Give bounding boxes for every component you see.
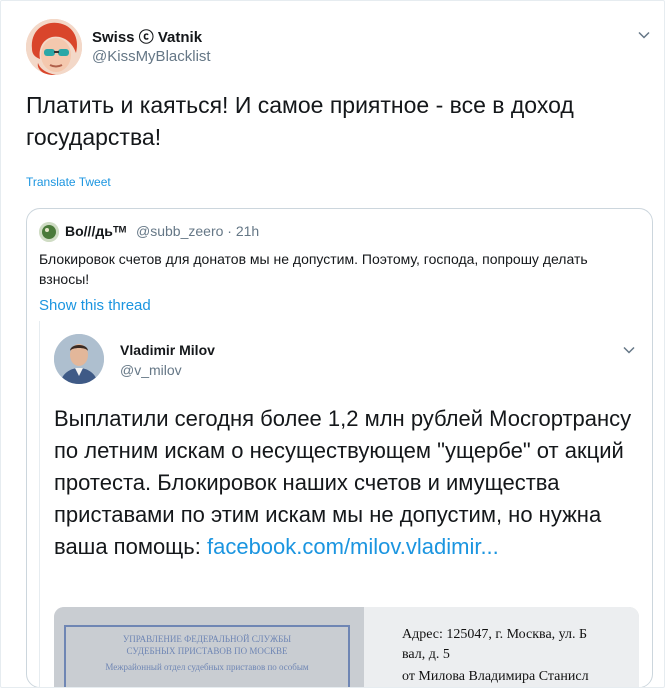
inner-quoted-tweet[interactable]: Vladimir Milov @v_milov Выплатили сегодн… <box>39 321 650 687</box>
address-line-3: от Милова Владимира Станисл <box>402 669 589 684</box>
author-handle[interactable]: @KissMyBlacklist <box>92 48 211 65</box>
official-stamp: УПРАВЛЕНИЕ ФЕДЕРАЛЬНОЙ СЛУЖБЫ СУДЕБНЫХ П… <box>64 625 350 687</box>
stamp-line-1: УПРАВЛЕНИЕ ФЕДЕРАЛЬНОЙ СЛУЖБЫ <box>122 634 292 644</box>
attached-document-image[interactable]: УПРАВЛЕНИЕ ФЕДЕРАЛЬНОЙ СЛУЖБЫ СУДЕБНЫХ П… <box>54 607 639 687</box>
quoted-author-handle[interactable]: @subb_zeero <box>136 223 223 239</box>
document-left-panel: УПРАВЛЕНИЕ ФЕДЕРАЛЬНОЙ СЛУЖБЫ СУДЕБНЫХ П… <box>54 607 364 687</box>
show-thread-link[interactable]: Show this thread <box>39 297 151 314</box>
stamp-line-3: Межрайонный отдел судебных приставов по … <box>105 662 309 672</box>
author-avatar-image <box>26 19 82 75</box>
dot-separator: · <box>227 223 236 239</box>
quoted-author-avatar <box>39 222 59 242</box>
quoted-text: Блокировок счетов для донатов мы не допу… <box>39 251 588 287</box>
author-avatar[interactable] <box>26 19 82 75</box>
quoted-author-name[interactable]: Во///дьᵀᴹ <box>65 223 126 239</box>
author-name[interactable]: Swiss ⓒ Vatnik <box>92 26 202 47</box>
quoted-header: Во///дьᵀᴹ @subb_zeero · 21h <box>65 223 259 239</box>
quoted-time[interactable]: 21h <box>236 223 259 239</box>
quoted-avatar-image <box>39 222 59 242</box>
address-line-2: вал, д. 5 <box>402 647 450 662</box>
document-address-panel: Адрес: 125047, г. Москва, ул. Б вал, д. … <box>364 607 639 687</box>
quoted-tweet[interactable]: Во///дьᵀᴹ @subb_zeero · 21h Блокировок с… <box>26 208 653 687</box>
translate-tweet-link[interactable]: Translate Tweet <box>26 175 111 189</box>
inner-author-name[interactable]: Vladimir Milov <box>120 342 215 358</box>
chevron-down-icon[interactable] <box>637 28 651 42</box>
inner-author-avatar[interactable] <box>54 334 104 384</box>
facebook-link[interactable]: facebook.com/milov.vladimir... <box>207 534 499 559</box>
inner-avatar-image <box>54 334 104 384</box>
address-line-1: Адрес: 125047, г. Москва, ул. Б <box>402 627 588 642</box>
tweet-text: Платить и каяться! И самое приятное - вс… <box>26 92 574 150</box>
chevron-down-icon[interactable] <box>622 343 636 357</box>
inner-author-handle[interactable]: @v_milov <box>120 362 182 378</box>
tweet-card: Swiss ⓒ Vatnik @KissMyBlacklist Платить … <box>0 0 665 688</box>
stamp-line-2: СУДЕБНЫХ ПРИСТАВОВ ПО МОСКВЕ <box>126 646 288 656</box>
inner-tweet-text: Выплатили сегодня более 1,2 млн рублей М… <box>54 403 639 563</box>
